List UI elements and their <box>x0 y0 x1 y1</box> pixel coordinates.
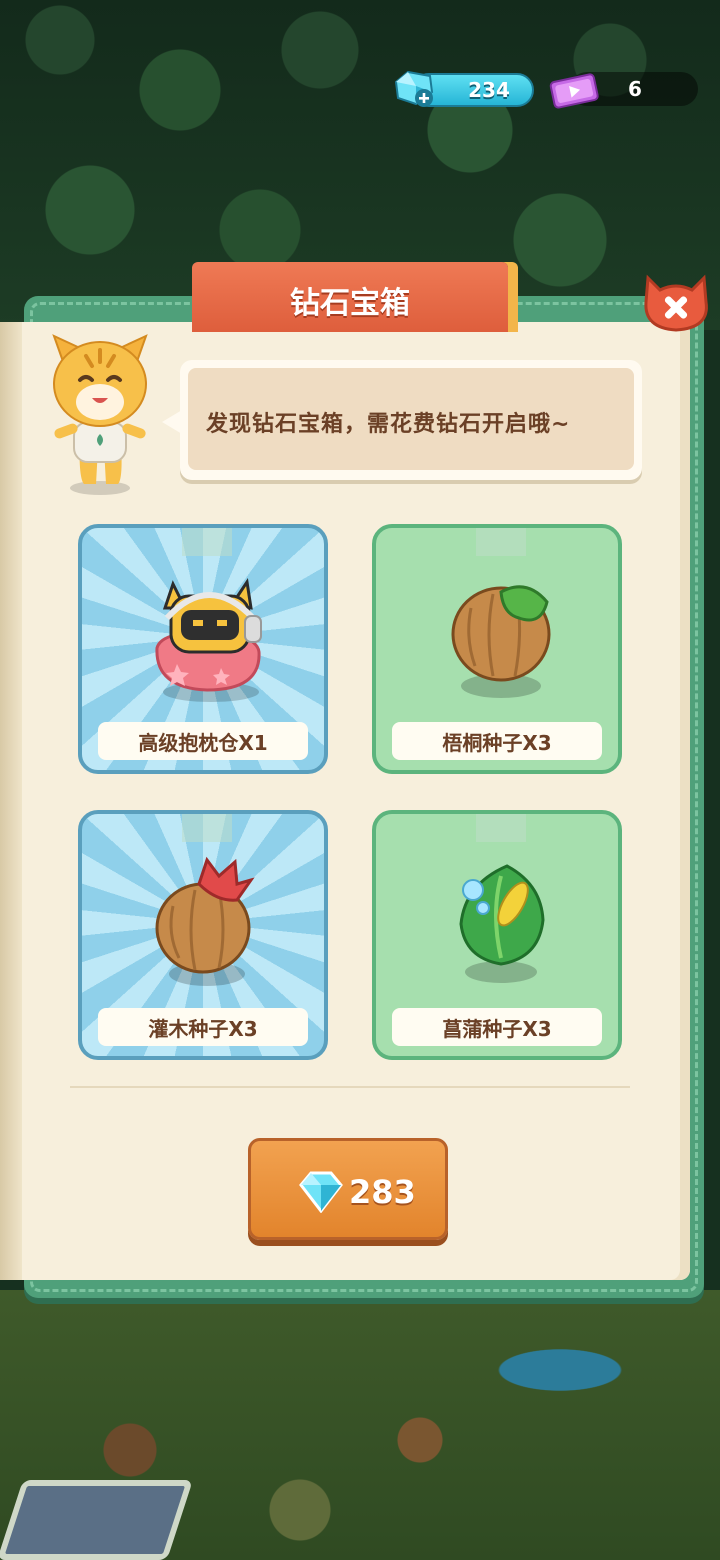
speech-bubble-tail <box>162 410 182 434</box>
card-tape <box>476 528 526 556</box>
dialog-title: 钻石宝箱 <box>290 286 410 321</box>
card-tape <box>182 528 232 556</box>
reward-label: 梧桐种子X3 <box>392 722 602 760</box>
book-spine <box>0 322 22 1280</box>
reward-label: 高级抱枕仓X1 <box>98 722 308 760</box>
tickets-value: 6 <box>628 77 642 101</box>
shrub-seed-icon <box>155 856 255 986</box>
close-button[interactable] <box>640 268 712 336</box>
gems-value: 234 <box>468 78 510 102</box>
pond-plot <box>0 1480 193 1560</box>
calamus-seed-icon <box>459 864 545 983</box>
wutong-seed-icon <box>451 585 551 698</box>
cat-mascot <box>52 334 148 495</box>
open-chest-button[interactable]: 283 <box>248 1138 448 1240</box>
cost-value: 283 <box>349 1173 416 1211</box>
gem-icon <box>299 1171 343 1213</box>
add-gems-icon[interactable] <box>390 68 436 110</box>
card-tape <box>476 814 526 842</box>
reward-label: 菖蒲种子X3 <box>392 1008 602 1046</box>
title-tab: 钻石宝箱 <box>192 262 508 332</box>
reward-card-pillow-pod[interactable]: 高级抱枕仓X1 <box>78 524 328 774</box>
card-tape <box>182 814 232 842</box>
chest-message: 发现钻石宝箱，需花费钻石开启哦~ <box>206 412 571 437</box>
video-ticket-icon <box>549 73 599 109</box>
speech-bubble: 发现钻石宝箱，需花费钻石开启哦~ <box>162 360 642 480</box>
reward-card-calamus-seed[interactable]: 菖蒲种子X3 <box>372 810 622 1060</box>
reward-card-wutong-seed[interactable]: 梧桐种子X3 <box>372 524 622 774</box>
reward-card-shrub-seed[interactable]: 灌木种子X3 <box>78 810 328 1060</box>
divider <box>70 1086 630 1088</box>
pillow-pod-icon <box>155 577 262 702</box>
reward-label: 灌木种子X3 <box>98 1008 308 1046</box>
